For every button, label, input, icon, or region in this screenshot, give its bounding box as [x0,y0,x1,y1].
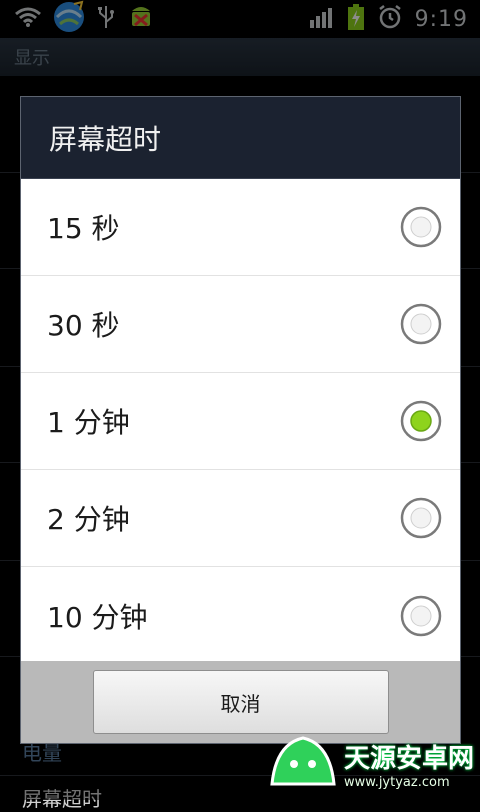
watermark-url: www.jytyaz.com [343,775,450,790]
radio-unselected-icon[interactable] [400,303,442,345]
option-30-seconds[interactable]: 30 秒 [21,276,460,373]
option-label: 1 分钟 [47,406,130,439]
timeout-options: 15 秒 30 秒 1 分钟 2 分钟 10 分钟 [21,179,460,664]
cancel-button[interactable]: 取消 [92,670,389,734]
radio-unselected-icon[interactable] [400,595,442,637]
watermark-title: 天源安卓网 [343,744,474,774]
dialog-title: 屏幕超时 [21,97,460,179]
option-15-seconds[interactable]: 15 秒 [21,179,460,276]
radio-unselected-icon[interactable] [400,206,442,248]
option-label: 2 分钟 [47,503,130,536]
watermark-logo-icon [268,734,338,794]
screen-timeout-dialog: 屏幕超时 15 秒 30 秒 1 分钟 2 分钟 10 分钟 取消 [20,96,461,744]
radio-selected-icon[interactable] [400,400,442,442]
option-label: 10 分钟 [47,600,148,634]
radio-unselected-icon[interactable] [400,497,442,539]
option-label: 30 秒 [47,309,120,342]
option-10-minutes[interactable]: 10 分钟 [21,567,460,664]
option-1-minute[interactable]: 1 分钟 [21,373,460,470]
option-2-minutes[interactable]: 2 分钟 [21,470,460,567]
watermark: 天源安卓网 www.jytyaz.com [268,734,474,794]
option-label: 15 秒 [47,212,120,245]
dialog-button-bar: 取消 [21,661,460,743]
